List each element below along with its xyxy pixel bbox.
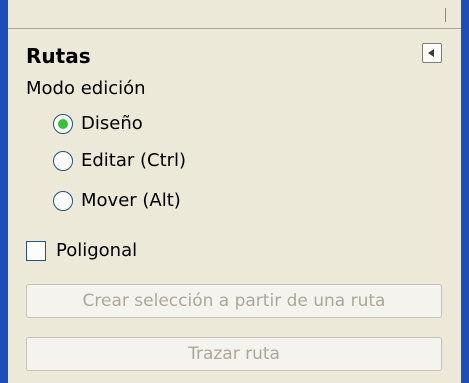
window-border-left	[0, 0, 8, 383]
radio-button[interactable]	[53, 191, 73, 211]
polygonal-option[interactable]: Poligonal	[26, 238, 137, 264]
radio-move[interactable]: Mover (Alt)	[53, 188, 181, 214]
radio-edit[interactable]: Editar (Ctrl)	[53, 148, 186, 174]
radio-design-label: Diseño	[81, 113, 143, 134]
polygonal-checkbox[interactable]	[26, 241, 46, 261]
collapse-button[interactable]	[422, 43, 442, 63]
radio-button-checked[interactable]	[53, 114, 73, 134]
polygonal-label: Poligonal	[56, 240, 138, 261]
radio-design[interactable]: Diseño	[53, 111, 143, 137]
screenshot-stage: Rutas Modo edición Diseño Editar (Ctrl) …	[0, 0, 469, 383]
radio-move-label: Mover (Alt)	[81, 190, 181, 211]
stroke-path-button[interactable]: Trazar ruta	[26, 337, 442, 371]
window-border-right	[461, 0, 469, 383]
create-selection-from-path-button[interactable]: Crear selección a partir de una ruta	[26, 284, 442, 318]
radio-edit-label: Editar (Ctrl)	[81, 150, 187, 171]
collapse-left-arrow-icon	[428, 49, 434, 57]
edit-mode-label: Modo edición	[26, 78, 146, 99]
divider-tick	[445, 8, 446, 22]
radio-button[interactable]	[53, 151, 73, 171]
paths-tool-options-panel: Rutas Modo edición Diseño Editar (Ctrl) …	[8, 0, 461, 383]
panel-title: Rutas	[26, 44, 91, 68]
top-divider-strip	[8, 0, 461, 29]
